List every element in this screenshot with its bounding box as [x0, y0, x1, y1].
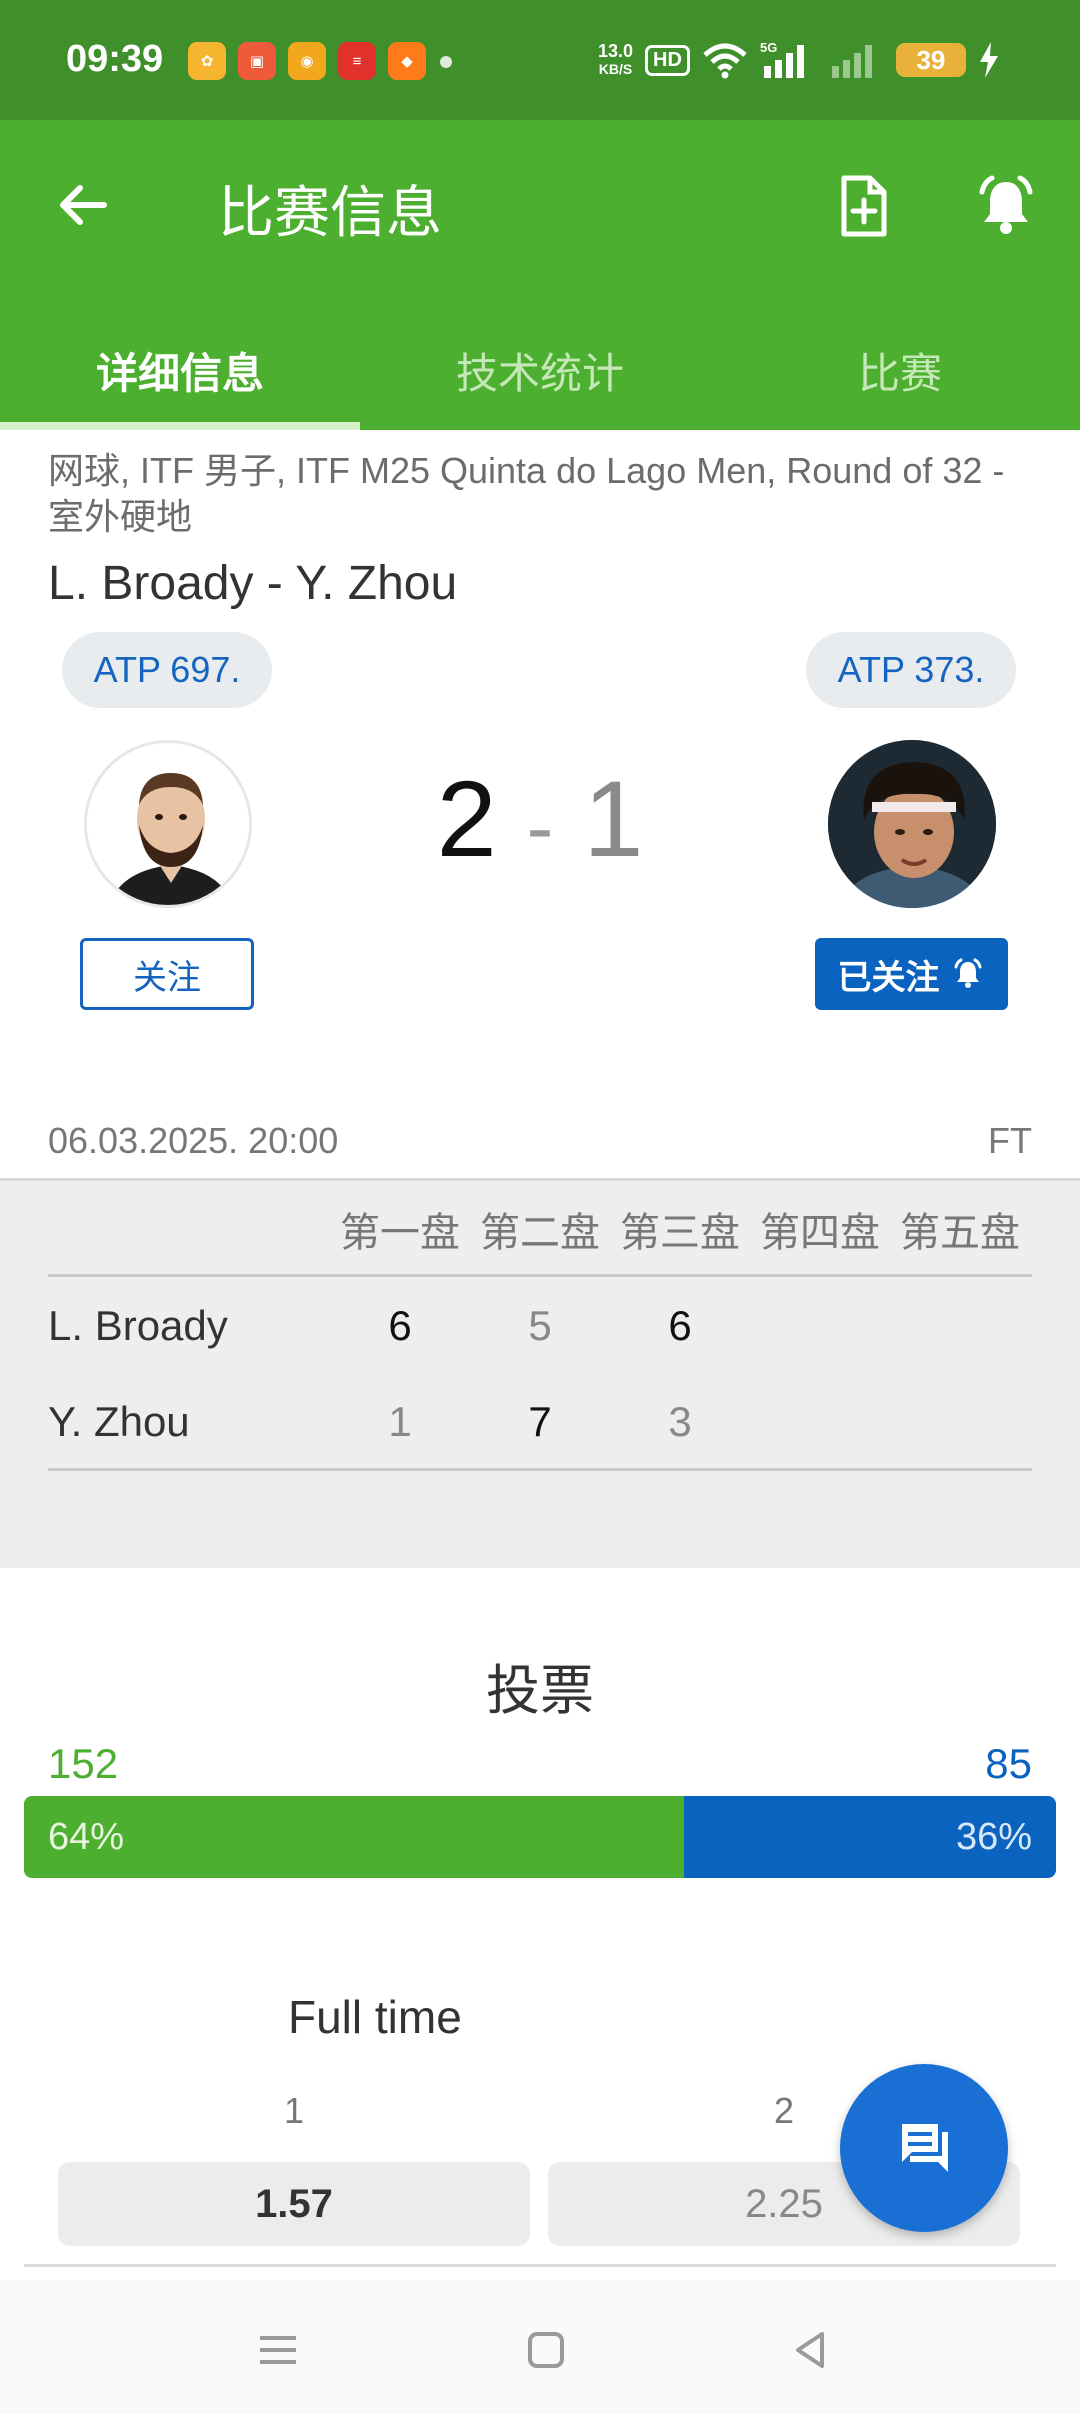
menu-nav-button[interactable] [238, 2310, 318, 2390]
vote-bar[interactable]: 64% 36% [24, 1796, 1056, 1878]
set-score-cell: 3 [668, 1398, 692, 1445]
set-header-1: 第一盘 [340, 1211, 460, 1255]
app-bar: 比赛信息 详细信息 技术统计 比赛 [0, 120, 1080, 430]
status-bar: 09:39 ✿ ▣ ◉ ≡ ◆ 13.0 KB/S HD 5G 39 [0, 0, 1080, 120]
shopping-app-icon: ▣ [238, 42, 276, 80]
home-player-photo [87, 743, 249, 905]
hd-badge: HD [645, 44, 690, 76]
odds-section-title: Full time [288, 1991, 462, 2043]
set-header-3: 第三盘 [620, 1211, 740, 1255]
photo-app-icon: ✿ [188, 42, 226, 80]
odds-home-button[interactable]: 1.57 [58, 2162, 530, 2246]
tab-matches[interactable]: 比赛 [720, 310, 1080, 430]
home-player-avatar[interactable] [84, 740, 252, 908]
chat-icon [902, 2124, 948, 2172]
match-date-row: 06.03.2025. 20:00 FT [48, 1120, 1032, 1162]
table-row: L. Broady 6 5 6 [48, 1284, 1032, 1364]
odds-divider [24, 2264, 1056, 2267]
set-header-5: 第五盘 [900, 1211, 1020, 1255]
set-score-cell: 6 [388, 1302, 412, 1349]
set-header-2: 第二盘 [480, 1211, 600, 1255]
net-speed-value: 13.0 [598, 41, 634, 61]
system-indicators: 13.0 KB/S HD 5G 39 [598, 40, 1000, 80]
set-score-cell: 6 [668, 1302, 692, 1349]
away-score: 1 [583, 758, 644, 879]
add-to-calendar-button[interactable] [828, 170, 900, 242]
away-vote-percent: 36% [955, 1815, 1032, 1858]
weibo-icon: ◉ [288, 42, 326, 80]
away-player-rank[interactable]: ATP 373. [806, 632, 1016, 708]
set-score-cell: 7 [528, 1398, 552, 1445]
charging-icon [979, 42, 998, 78]
tournament-info: 网球, ITF 男子, ITF M25 Quinta do Lago Men, … [48, 450, 1005, 537]
set-score-cell: 5 [528, 1302, 552, 1349]
tab-bar: 详细信息 技术统计 比赛 [0, 310, 1080, 430]
signal-5g-icon: 5G [760, 40, 804, 78]
set-table-bottom-divider [48, 1468, 1032, 1471]
set-header-4: 第四盘 [760, 1211, 880, 1255]
wifi-icon [703, 43, 747, 79]
square-home-icon [528, 2332, 564, 2368]
back-nav-button[interactable] [770, 2310, 850, 2390]
away-player-photo [828, 740, 996, 908]
active-tab-indicator [0, 422, 360, 430]
signal-sim2-icon [831, 45, 872, 78]
odds-home-label: 1 [283, 2090, 305, 2131]
set-header-divider [48, 1274, 1032, 1277]
follow-home-label: 关注 [133, 958, 201, 997]
system-navigation-bar [0, 2280, 1080, 2414]
set-player-name: Y. Zhou [48, 1398, 190, 1445]
home-vote-percent: 64% [48, 1815, 125, 1858]
set-score-cell: 1 [388, 1398, 412, 1445]
bell-ringing-icon [979, 175, 1033, 234]
home-score: 2 [436, 758, 497, 879]
set-scores-table: 第一盘 第二盘 第三盘 第四盘 第五盘 L. Broady 6 5 6 Y. Z… [0, 1178, 1080, 1568]
tab-details[interactable]: 详细信息 [0, 310, 360, 430]
tab-statistics[interactable]: 技术统计 [360, 310, 720, 430]
home-player-rank[interactable]: ATP 697. [62, 632, 272, 708]
news-app-icon: ≡ [338, 42, 376, 80]
match-status: FT [988, 1120, 1032, 1161]
following-away-label: 已关注 [837, 958, 940, 997]
vote-title: 投票 [486, 1661, 594, 1721]
chat-fab-button[interactable] [840, 2064, 1008, 2232]
net-speed: 13.0 KB/S [598, 42, 633, 78]
status-time: 09:39 [66, 38, 164, 80]
set-headers: 第一盘 第二盘 第三盘 第四盘 第五盘 [330, 1200, 1030, 1258]
follow-home-button[interactable]: 关注 [80, 938, 254, 1010]
menu-icon [260, 2336, 296, 2364]
page-title: 比赛信息 [218, 181, 442, 244]
bell-ringing-icon [954, 958, 981, 988]
home-nav-button[interactable] [506, 2310, 586, 2390]
away-vote-segment[interactable]: 36% [684, 1796, 1056, 1878]
match-score: 2 - 1 [430, 756, 650, 881]
following-away-button[interactable]: 已关注 [815, 938, 1008, 1010]
odds-away-value: 2.25 [745, 2181, 823, 2226]
network-type-label: 5G [760, 40, 777, 55]
odds-home-value: 1.57 [255, 2181, 333, 2226]
match-datetime: 06.03.2025. 20:00 [48, 1120, 339, 1161]
notification-icons: ✿ ▣ ◉ ≡ ◆ [188, 42, 426, 80]
triangle-back-icon [796, 2332, 824, 2368]
game-app-icon: ◆ [388, 42, 426, 80]
home-vote-count: 152 [48, 1740, 119, 1787]
table-top-border [0, 1178, 1080, 1181]
notifications-button[interactable] [970, 170, 1042, 242]
set-player-name: L. Broady [48, 1302, 228, 1349]
home-vote-segment[interactable]: 64% [24, 1796, 685, 1878]
table-row: Y. Zhou 1 7 3 [48, 1380, 1032, 1460]
document-add-icon [841, 175, 887, 237]
battery-indicator: 39 [895, 43, 966, 77]
away-vote-count: 85 [985, 1740, 1032, 1787]
away-player-avatar[interactable] [828, 740, 996, 908]
back-button[interactable] [48, 170, 118, 240]
arrow-left-icon [60, 185, 107, 225]
net-speed-unit: KB/S [598, 61, 633, 77]
score-separator: - [526, 782, 554, 872]
more-notifications-dot [440, 56, 452, 68]
match-title: L. Broady - Y. Zhou [48, 557, 458, 610]
